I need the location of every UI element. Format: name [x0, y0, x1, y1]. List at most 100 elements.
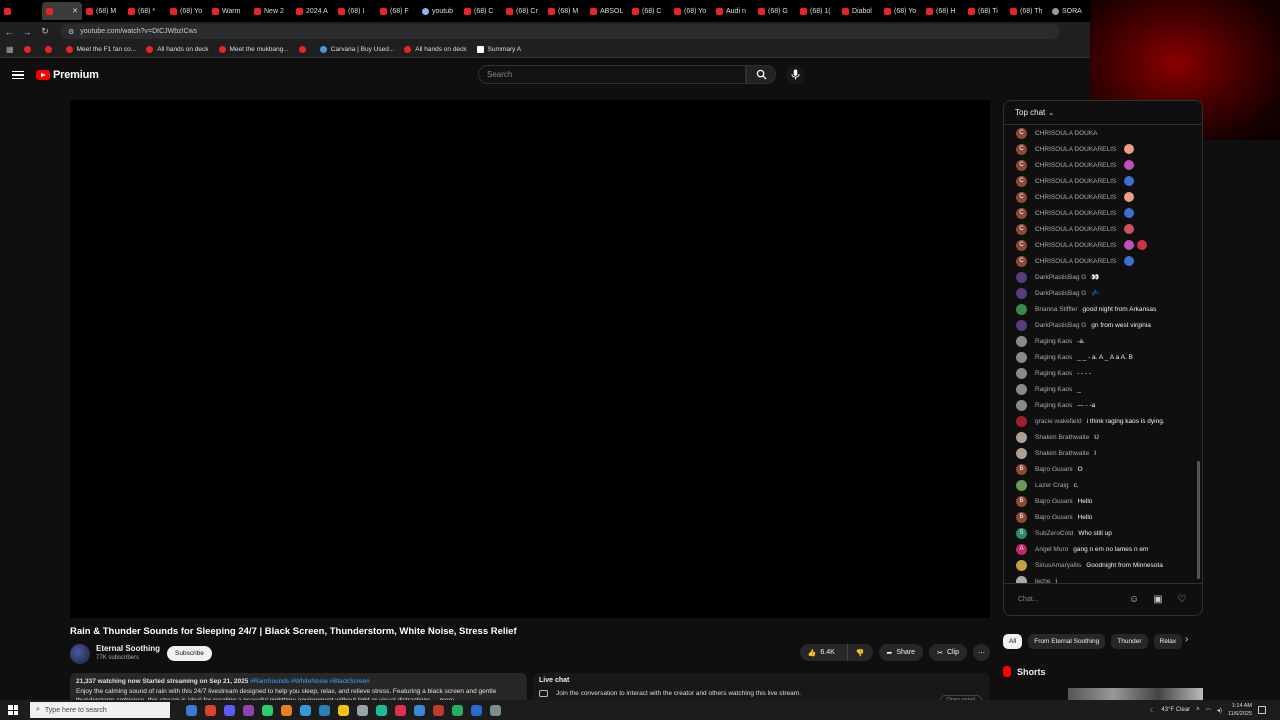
chat-avatar[interactable]: C [1016, 143, 1027, 155]
taskbar-app-icon[interactable] [300, 704, 311, 716]
chat-message[interactable]: B Bajro Gusani Hello [1004, 493, 1202, 509]
windows-start-icon[interactable] [8, 705, 18, 715]
chat-author[interactable]: Raging Kaos [1035, 370, 1072, 377]
bookmark-item[interactable]: Carvana | Buy Used... [319, 45, 394, 53]
chat-message[interactable]: Raging Kaos - - - - [1004, 365, 1202, 381]
chat-avatar[interactable] [1016, 335, 1027, 347]
emoji-icon[interactable]: ☺ [1128, 594, 1140, 606]
channel-avatar[interactable] [70, 644, 90, 664]
chat-message[interactable]: Raging Kaos _ _ - a. A _ A a A. B [1004, 349, 1202, 365]
share-button[interactable]: ➦ Share [878, 644, 924, 661]
search-button[interactable] [746, 65, 776, 84]
site-info-icon[interactable]: ⚙ [68, 28, 74, 36]
taskbar-app-icon[interactable] [205, 704, 216, 716]
browser-tab[interactable]: (68) Cr [502, 2, 544, 20]
browser-tab[interactable]: (68) M [82, 2, 124, 20]
filter-chip[interactable]: Relax [1153, 634, 1183, 649]
chat-message[interactable]: S SubZeroCold Who still up [1004, 525, 1202, 541]
chat-author[interactable]: Bajro Gusani [1035, 498, 1073, 505]
clock[interactable]: 1:14 AM 11/6/2025 [1228, 702, 1252, 718]
chat-author[interactable]: gracie wakefield [1035, 418, 1082, 425]
bookmark-item[interactable] [44, 45, 56, 53]
chat-author[interactable]: DarkPlasticBag G [1035, 290, 1086, 297]
chat-message[interactable]: A Angel Muro gang n em no lames n em [1004, 541, 1202, 557]
chat-avatar[interactable]: B [1016, 463, 1027, 475]
chat-message[interactable]: Shakim Brathwaite U [1004, 429, 1202, 445]
subscribe-button[interactable]: Subscribe [167, 646, 212, 661]
chat-avatar[interactable]: B [1016, 511, 1027, 523]
bookmark-item[interactable]: All hands on deck [146, 45, 209, 53]
chat-avatar[interactable] [1016, 447, 1027, 459]
chat-avatar[interactable]: C [1016, 255, 1027, 267]
chat-avatar[interactable] [1016, 575, 1027, 583]
chat-author[interactable]: Bajro Gusani [1035, 466, 1073, 473]
chevron-up-icon[interactable]: ˄ [1196, 707, 1200, 713]
search-input[interactable]: Search [478, 65, 746, 84]
chat-author[interactable]: Raging Kaos [1035, 354, 1072, 361]
apps-grid-icon[interactable]: ▦ [6, 45, 14, 54]
chat-message[interactable]: Raging Kaos -a. [1004, 333, 1202, 349]
bookmark-item[interactable]: Meet the F1 fan co... [65, 45, 136, 53]
chat-author[interactable]: SubZeroCold [1035, 530, 1073, 537]
chat-avatar[interactable]: C [1016, 207, 1027, 219]
browser-tab[interactable]: SORA [1048, 2, 1090, 20]
chat-avatar[interactable] [1016, 399, 1027, 411]
chat-author[interactable]: CHRISOULA DOUKA [1035, 130, 1098, 137]
chat-message[interactable]: DarkPlasticBag G 💤 [1004, 285, 1202, 301]
chat-message[interactable]: C CHRISOULA DOUKARELIS [1004, 205, 1202, 221]
browser-tab[interactable]: (68) Yo [166, 2, 208, 20]
taskbar-app-icon[interactable] [281, 704, 292, 716]
chat-message[interactable]: C CHRISOULA DOUKARELIS [1004, 253, 1202, 269]
volume-icon[interactable]: ◂) [1217, 707, 1222, 714]
chat-avatar[interactable] [1016, 431, 1027, 443]
bookmark-item[interactable]: Summary A [476, 45, 521, 53]
taskbar-app-icon[interactable] [376, 704, 387, 716]
dislike-button[interactable]: 👎 [846, 644, 873, 661]
chat-avatar[interactable]: B [1016, 495, 1027, 507]
chat-avatar[interactable] [1016, 303, 1027, 315]
chat-author[interactable]: CHRISOULA DOUKARELIS [1035, 258, 1116, 265]
bookmark-item[interactable] [298, 45, 310, 53]
chat-message[interactable]: SiriusAmaryallis Goodnight from Minnesota [1004, 557, 1202, 573]
like-button[interactable]: 👍 6.4K [800, 644, 843, 661]
chat-message-list[interactable]: C CHRISOULA DOUKA C CHRISOULA DOUKARELIS C CH… [1004, 125, 1202, 583]
bookmark-item[interactable]: All hands on deck [404, 45, 467, 53]
chat-message[interactable]: Raging Kaos _ [1004, 381, 1202, 397]
browser-tab[interactable]: (68) G [754, 2, 796, 20]
browser-tab[interactable]: (68) H [922, 2, 964, 20]
chat-avatar[interactable] [1016, 415, 1027, 427]
chevron-right-icon[interactable]: › [1185, 634, 1188, 645]
browser-tab[interactable]: Diabol [838, 2, 880, 20]
chat-message[interactable]: Raging Kaos — - -a [1004, 397, 1202, 413]
taskbar-app-icon[interactable] [414, 704, 425, 716]
browser-tab[interactable]: ✕ [42, 2, 82, 20]
bookmark-item[interactable] [23, 45, 35, 53]
voice-search-button[interactable] [786, 65, 805, 84]
chat-message[interactable]: Shakim Brathwaite I [1004, 445, 1202, 461]
chat-author[interactable]: CHRISOULA DOUKARELIS [1035, 242, 1116, 249]
chat-avatar[interactable] [1016, 287, 1027, 299]
channel-name[interactable]: Eternal Soothing [96, 644, 160, 653]
chat-message[interactable]: C CHRISOULA DOUKARELIS [1004, 173, 1202, 189]
browser-tab[interactable]: youtub [418, 2, 460, 20]
chat-author[interactable]: Shakim Brathwaite [1035, 450, 1089, 457]
chat-author[interactable]: Lazer Craig [1035, 482, 1069, 489]
reload-icon[interactable]: ↻ [36, 26, 54, 37]
chat-avatar[interactable]: C [1016, 191, 1027, 203]
browser-tab[interactable]: (68) Yo [880, 2, 922, 20]
super-chat-icon[interactable]: ▣ [1152, 594, 1164, 606]
filter-chip[interactable]: Thunder [1111, 634, 1148, 649]
chat-author[interactable]: Bajro Gusani [1035, 514, 1073, 521]
browser-tab[interactable]: (68) I [334, 2, 376, 20]
chat-avatar[interactable]: C [1016, 239, 1027, 251]
taskbar-app-icon[interactable] [243, 704, 254, 716]
chat-input[interactable]: Chat... ☺ ▣ ♡ [1004, 583, 1202, 615]
chat-avatar[interactable]: A [1016, 543, 1027, 555]
browser-tab[interactable]: (68) Th [1006, 2, 1048, 20]
chat-author[interactable]: Brianna Stiffler [1035, 306, 1078, 313]
chat-avatar[interactable] [1016, 367, 1027, 379]
more-actions-button[interactable]: ⋯ [973, 644, 990, 661]
browser-tab[interactable] [0, 2, 42, 20]
chat-avatar[interactable] [1016, 351, 1027, 363]
chat-mode-dropdown[interactable]: Top chat ⌄ [1004, 101, 1202, 125]
